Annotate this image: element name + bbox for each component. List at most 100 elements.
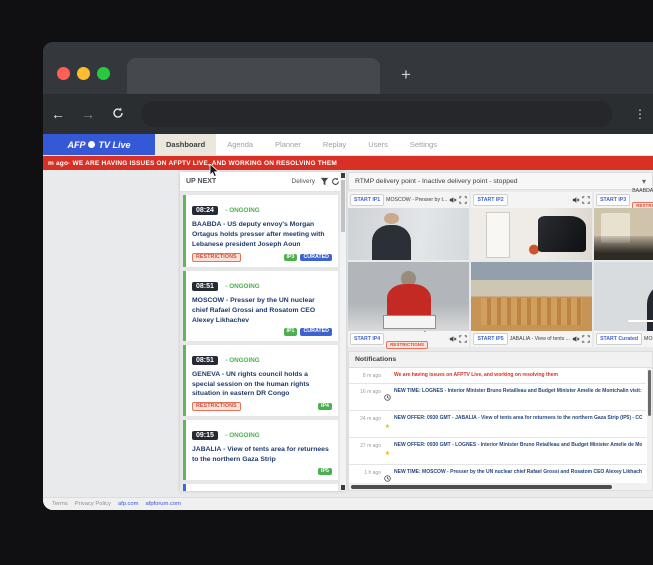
fullscreen-icon[interactable] xyxy=(459,335,467,343)
notifications-panel: Notifications 8 m ago We are having issu… xyxy=(348,351,653,491)
notification-icon: ★ xyxy=(384,442,391,460)
video-thumbnail-moscow-presser-closeup[interactable] xyxy=(594,262,653,331)
app-header: AFP TV Live Dashboard Agenda Planner Rep… xyxy=(43,134,653,156)
footer-link-afp-com[interactable]: afp.com xyxy=(118,501,139,507)
event-header: 09:15 - ONGOING xyxy=(192,424,332,442)
footer-link-afpforum-com[interactable]: afpforum.com xyxy=(145,501,180,507)
scrollbar-thumb[interactable] xyxy=(648,370,651,416)
nav-item-label: Users xyxy=(368,140,388,149)
notifications-list: 8 m ago We are having issues on AFPTV Li… xyxy=(349,368,652,483)
close-window-button[interactable] xyxy=(57,67,70,80)
browser-tab[interactable] xyxy=(127,58,380,94)
new-tab-button[interactable]: + xyxy=(395,64,417,86)
notification-icon xyxy=(384,388,391,406)
up-next-event-card[interactable]: 08:51 - ONGOING MOSCOW - Presser by the … xyxy=(183,271,338,341)
video-tile-meta: JABALIA - View of tents ... xyxy=(510,336,570,342)
video-thumbnail-lobby-banner[interactable] xyxy=(471,208,592,260)
event-status-label: - ONGOING xyxy=(225,357,259,364)
address-bar[interactable] xyxy=(141,101,613,127)
notification-row[interactable]: 16 m ago NEW TIME: LOGNES - Interior Min… xyxy=(349,384,646,411)
notification-row[interactable]: 1 h ago NEW TIME: MOSCOW - Presser by th… xyxy=(349,465,646,483)
maximize-window-button[interactable] xyxy=(97,67,110,80)
start-stream-button[interactable]: START IP2 xyxy=(473,194,507,206)
footer-link-privacy-policy[interactable]: Privacy Policy xyxy=(75,501,111,507)
video-thumbnail-jabalia-aerial-tents[interactable] xyxy=(471,262,592,331)
volume-muted-icon[interactable] xyxy=(572,196,580,204)
notification-row[interactable]: 27 m ago ★ NEW OFFER: 0930 GMT - LOGNES … xyxy=(349,438,646,465)
event-time-badge: 08:24 xyxy=(192,206,218,215)
nav-item-label: Dashboard xyxy=(166,140,205,149)
volume-slider[interactable] xyxy=(628,320,653,322)
footer-link-terms[interactable]: Terms xyxy=(52,501,68,507)
star-icon: ★ xyxy=(385,424,390,430)
rtmp-delivery-header[interactable]: RTMP delivery point - Inactive delivery … xyxy=(348,172,653,190)
start-stream-button[interactable]: START Curated xyxy=(596,333,642,345)
browser-toolbar: ← → ⋮ xyxy=(43,94,653,134)
notification-icon: ★ xyxy=(384,415,391,433)
nav-item-replay[interactable]: Replay xyxy=(312,134,357,155)
event-status-label: - ONGOING xyxy=(225,432,259,439)
up-next-event-card[interactable]: 08:51 - ONGOING GENEVA - UN rights counc… xyxy=(183,345,338,417)
scrollbar-thumb[interactable] xyxy=(341,180,345,232)
notifications-horizontal-scrollbar[interactable] xyxy=(349,483,652,490)
video-tile: START IP5 JABALIA - View of tents ... xyxy=(471,262,592,347)
video-thumbnail-geneva-speaker-red[interactable] xyxy=(348,262,469,331)
scrollbar-thumb[interactable] xyxy=(351,485,612,489)
notification-row[interactable]: 24 m ago ★ NEW OFFER: 0930 GMT - JABALIA… xyxy=(349,411,646,438)
afptv-live-page: AFP TV Live Dashboard Agenda Planner Rep… xyxy=(43,134,653,510)
fullscreen-icon[interactable] xyxy=(459,196,467,204)
volume-muted-icon[interactable] xyxy=(572,335,580,343)
up-next-event-card[interactable]: 09:15 - ONGOING JABALIA - View of tents … xyxy=(183,420,338,480)
notifications-vertical-scrollbar[interactable] xyxy=(647,368,652,483)
start-stream-button[interactable]: START IP4 xyxy=(350,333,384,345)
event-title: MOSCOW - Presser by the UN nuclear chief… xyxy=(192,296,332,326)
back-icon[interactable]: ← xyxy=(43,106,73,122)
afp-tv-live-logo[interactable]: AFP TV Live xyxy=(43,134,155,155)
clock-icon xyxy=(384,394,391,401)
video-thumbnail-baabda-media-scrum[interactable] xyxy=(594,208,653,260)
delivery-badge: IP5 xyxy=(318,468,332,475)
nav-item-agenda[interactable]: Agenda xyxy=(216,134,264,155)
video-tile-controls-bar: START IP5 JABALIA - View of tents ... xyxy=(471,331,592,347)
notification-time: 24 m ago xyxy=(355,415,381,422)
delivery-label: Delivery xyxy=(292,178,315,185)
video-tile: START Curated MOSCOW - Press... xyxy=(594,262,653,347)
event-status-label: - ONGOING xyxy=(225,207,259,214)
up-next-event-card[interactable]: 08:24 - ONGOING BAABDA - US deputy envoy… xyxy=(183,195,338,267)
video-tile-controls-bar: START IP4 GENEVA - UN rights cou... REST… xyxy=(348,331,469,347)
reload-icon[interactable] xyxy=(103,106,133,122)
scroll-up-arrow-icon[interactable] xyxy=(341,173,345,178)
filter-icon[interactable] xyxy=(320,177,329,186)
start-stream-button[interactable]: START IP1 xyxy=(350,194,384,206)
event-badges: IP5 xyxy=(192,468,332,475)
nav-item-users[interactable]: Users xyxy=(357,134,399,155)
video-tile: START IP4 GENEVA - UN rights cou... REST… xyxy=(348,262,469,347)
event-header: 08:51 - ONGOING xyxy=(192,275,332,293)
rtmp-delivery-header-text: RTMP delivery point - Inactive delivery … xyxy=(355,178,642,185)
video-grid: START IP1 MOSCOW - Presser by t... START… xyxy=(348,192,653,345)
nav-item-dashboard[interactable]: Dashboard xyxy=(155,134,216,155)
start-stream-button[interactable]: START IP3 xyxy=(596,194,630,206)
fullscreen-icon[interactable] xyxy=(582,196,590,204)
scroll-down-arrow-icon[interactable] xyxy=(341,485,345,490)
nav-item-planner[interactable]: Planner xyxy=(264,134,312,155)
chevron-down-icon[interactable]: ▾ xyxy=(642,177,646,186)
start-stream-button[interactable]: START IP5 xyxy=(473,333,507,345)
screenshot-canvas: { "header": { "logo_afp": "AFP", "logo_p… xyxy=(0,0,653,565)
minimize-window-button[interactable] xyxy=(77,67,90,80)
volume-muted-icon[interactable] xyxy=(449,335,457,343)
nav-item-label: Planner xyxy=(275,140,301,149)
page-footer: Terms Privacy Policy afp.com afpforum.com xyxy=(43,497,653,510)
up-next-title: UP NEXT xyxy=(186,178,216,185)
video-tile-title: MOSCOW - Presser by t... xyxy=(386,197,447,203)
video-thumbnail-moscow-presser-wide[interactable] xyxy=(348,208,469,260)
forward-icon[interactable]: → xyxy=(73,106,103,122)
up-next-event-card[interactable]: 09:30 - COMING UP LOGNES - Interior Mini… xyxy=(183,484,338,491)
browser-menu-icon[interactable]: ⋮ xyxy=(627,107,653,121)
fullscreen-icon[interactable] xyxy=(582,335,590,343)
up-next-scrollbar[interactable] xyxy=(340,172,346,491)
refresh-icon[interactable] xyxy=(331,177,340,186)
notification-row[interactable]: 8 m ago We are having issues on AFPTV Li… xyxy=(349,368,646,384)
nav-item-settings[interactable]: Settings xyxy=(399,134,448,155)
volume-muted-icon[interactable] xyxy=(449,196,457,204)
